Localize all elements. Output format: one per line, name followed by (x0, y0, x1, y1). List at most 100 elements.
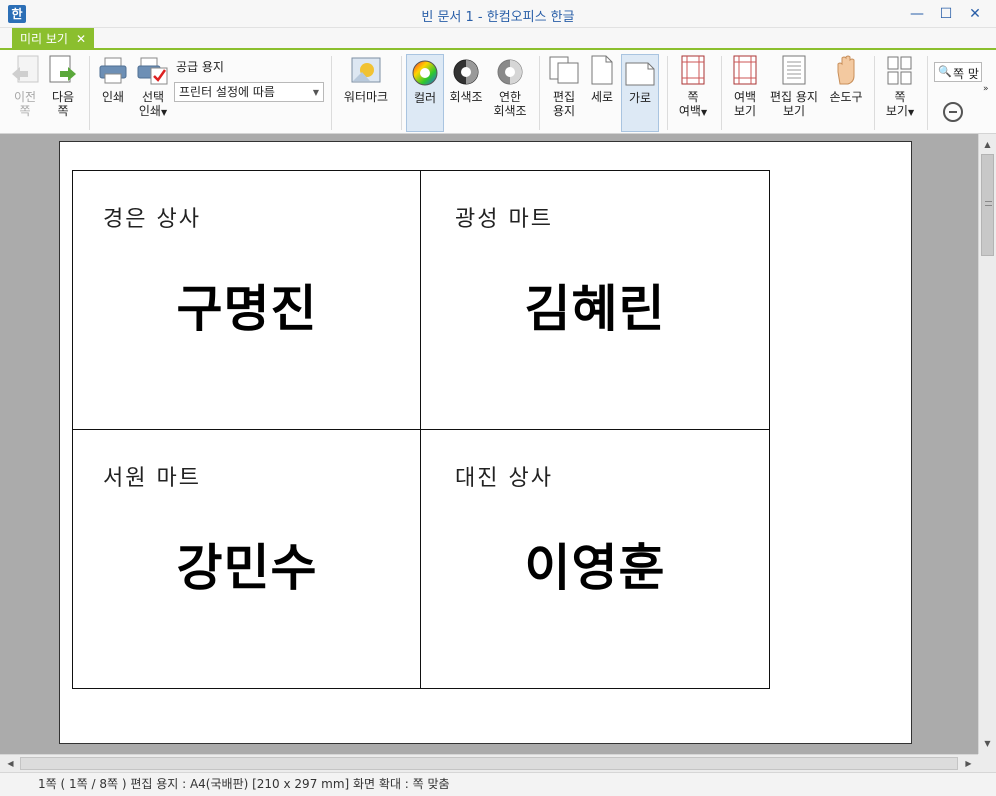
color-wheel-icon (412, 60, 438, 86)
edit-paper-view-button[interactable]: 편집 용지 보기 (766, 54, 822, 118)
multi-page-icon (887, 56, 912, 85)
maximize-button[interactable]: ☐ (933, 4, 959, 24)
company-name: 대진 상사 (455, 466, 553, 491)
scrollbar-corner (978, 754, 996, 772)
select-print-icon (137, 57, 168, 85)
person-name: 김혜린 (524, 280, 666, 338)
ribbon-separator (89, 56, 90, 130)
vertical-scroll-thumb[interactable] (981, 154, 994, 256)
select-print-label-2: 인쇄 (138, 104, 161, 118)
chevron-down-icon: ▼ (160, 108, 168, 117)
scroll-up-icon[interactable]: ▲ (979, 136, 996, 153)
document-page: 경은 상사 구명진 광성 마트 김혜린 서원 마트 강민수 대진 상사 이영훈 (59, 141, 912, 744)
select-print-label-1: 선택 (141, 90, 165, 104)
edit-paper-view-label-1: 편집 용지 (770, 90, 818, 104)
ribbon-separator (539, 56, 540, 130)
grayscale-button[interactable]: 회색조 (447, 54, 485, 104)
margin-view-button[interactable]: 여백 보기 (727, 54, 763, 118)
zoom-value: 쪽 맞 (953, 67, 979, 81)
preview-workspace: 경은 상사 구명진 광성 마트 김혜린 서원 마트 강민수 대진 상사 이영훈 (0, 134, 978, 754)
ribbon-separator (721, 56, 722, 130)
chevron-down-icon: ▼ (312, 88, 319, 97)
portrait-page-icon (591, 55, 613, 85)
next-page-label-2: 쪽 (57, 104, 69, 118)
page-view-label-1: 쪽 (894, 90, 906, 104)
ribbon-expand-icon[interactable]: » (983, 84, 989, 94)
person-name: 강민수 (176, 539, 318, 597)
color-mode-button[interactable]: 컬러 (406, 54, 444, 132)
edit-paper-label-1: 편집 (552, 90, 576, 104)
chevron-down-icon: ▼ (907, 108, 915, 117)
landscape-page-icon (625, 62, 655, 86)
horizontal-scroll-thumb[interactable] (20, 757, 958, 770)
next-page-icon (49, 55, 76, 83)
search-icon: 🔍 (938, 65, 952, 78)
print-button[interactable]: 인쇄 (96, 54, 130, 104)
ribbon-separator (874, 56, 875, 130)
title-bar: 한 빈 문서 1 - 한컴오피스 한글 — ☐ ✕ (0, 0, 996, 28)
grayscale-icon (453, 59, 479, 85)
label-card: 광성 마트 김혜린 (420, 170, 770, 430)
page-margin-label-2: 여백 (678, 104, 701, 118)
margin-view-icon (733, 55, 757, 85)
portrait-button[interactable]: 세로 (586, 54, 618, 104)
label-card: 서원 마트 강민수 (72, 429, 422, 689)
scroll-right-icon[interactable]: ▶ (960, 755, 977, 772)
zoom-input[interactable]: 🔍 쪽 맞 (934, 62, 982, 82)
portrait-label: 세로 (590, 90, 614, 104)
tab-strip: 미리 보기 ✕ (0, 28, 996, 50)
light-grayscale-button[interactable]: 연한 회색조 (489, 54, 531, 118)
vertical-scrollbar[interactable]: ▲ ▼ (978, 134, 996, 754)
page-margin-button[interactable]: 쪽 여백▼ (673, 54, 713, 120)
edit-paper-button[interactable]: 편집 용지 (546, 54, 582, 118)
status-text: 1쪽 ( 1쪽 / 8쪽 ) 편집 용지 : A4(국배판) [210 x 29… (38, 777, 450, 791)
hand-icon (837, 55, 855, 85)
next-page-button[interactable]: 다음 쪽 (46, 54, 80, 118)
grayscale-label: 회색조 (449, 90, 483, 104)
minimize-button[interactable]: — (904, 4, 930, 24)
light-grayscale-label-1: 연한 (498, 90, 522, 104)
close-icon[interactable]: ✕ (76, 32, 86, 46)
landscape-label: 가로 (628, 91, 652, 105)
zoom-out-button[interactable] (943, 102, 963, 122)
printer-icon (99, 57, 127, 84)
ribbon-separator (331, 56, 332, 130)
label-card: 대진 상사 이영훈 (420, 429, 770, 689)
prev-page-label-2: 쪽 (19, 104, 31, 118)
select-print-button[interactable]: 선택 인쇄▼ (134, 54, 172, 120)
grip-icon (985, 201, 992, 206)
chevron-down-icon: ▼ (700, 108, 708, 117)
label-card: 경은 상사 구명진 (72, 170, 422, 430)
paper-source-value: 프린터 설정에 따름 (179, 85, 275, 99)
ribbon-separator (927, 56, 928, 130)
scroll-left-icon[interactable]: ◀ (2, 755, 19, 772)
company-name: 경은 상사 (103, 207, 201, 232)
watermark-button[interactable]: 워터마크 (338, 54, 394, 104)
page-view-button[interactable]: 쪽 보기▼ (880, 54, 920, 120)
prev-page-button[interactable]: 이전 쪽 (8, 54, 42, 118)
next-page-label-1: 다음 (51, 90, 75, 104)
edit-paper-label-2: 용지 (552, 104, 576, 118)
person-name: 이영훈 (524, 539, 666, 597)
paper-source-label: 공급 용지 (176, 60, 224, 74)
landscape-button[interactable]: 가로 (621, 54, 659, 132)
company-name: 광성 마트 (455, 207, 553, 232)
page-margin-icon (681, 55, 705, 85)
light-grayscale-label-2: 회색조 (493, 104, 527, 118)
print-label: 인쇄 (101, 90, 125, 104)
tab-preview[interactable]: 미리 보기 ✕ (12, 28, 95, 50)
tab-preview-label: 미리 보기 (20, 32, 68, 46)
close-window-button[interactable]: ✕ (962, 4, 988, 24)
hand-tool-button[interactable]: 손도구 (826, 54, 866, 104)
status-bar: 1쪽 ( 1쪽 / 8쪽 ) 편집 용지 : A4(국배판) [210 x 29… (0, 772, 996, 796)
scroll-down-icon[interactable]: ▼ (979, 735, 996, 752)
edit-paper-icon (549, 56, 579, 84)
page-margin-label-1: 쪽 (687, 90, 699, 104)
horizontal-scrollbar[interactable]: ◀ ▶ (0, 754, 978, 772)
company-name: 서원 마트 (103, 466, 201, 491)
watermark-icon (351, 57, 381, 83)
preview-ribbon: 이전 쪽 다음 쪽 인쇄 선택 인쇄▼ 공급 용지 프린터 설정에 따름 ▼ 워… (0, 50, 996, 134)
color-mode-label: 컬러 (413, 91, 437, 105)
paper-source-select[interactable]: 프린터 설정에 따름 ▼ (174, 82, 324, 102)
margin-view-label-2: 보기 (733, 104, 757, 118)
